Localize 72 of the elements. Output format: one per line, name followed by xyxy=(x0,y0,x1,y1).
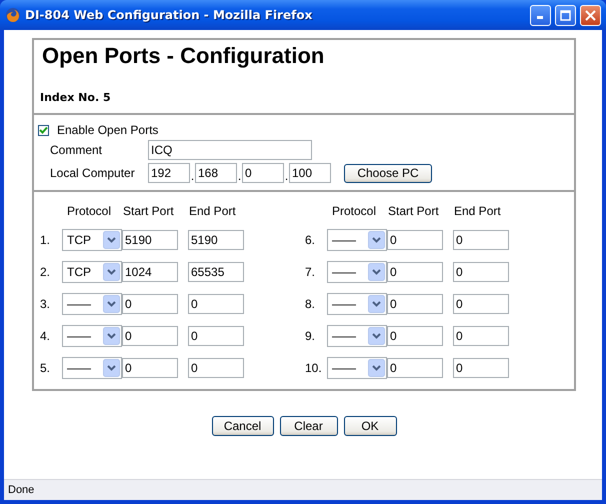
maximize-button[interactable] xyxy=(555,4,576,26)
protocol-dropdown[interactable]: TCP xyxy=(62,229,122,251)
ip-octet-field[interactable]: 0 xyxy=(242,163,284,183)
dialog-button[interactable]: Cancel xyxy=(212,416,274,436)
start-port-field[interactable]: 0 xyxy=(122,358,178,378)
ip-octet-field[interactable]: 192 xyxy=(148,163,190,183)
row-number: 9. xyxy=(305,329,316,343)
start-port-field[interactable]: 0 xyxy=(122,294,178,314)
window-title: DI-804 Web Configuration - Mozilla Firefox xyxy=(25,8,314,22)
start-port-field[interactable]: 5190 xyxy=(122,230,178,250)
ip-separator: . xyxy=(237,168,242,183)
row-number: 4. xyxy=(40,329,52,343)
start-port-field[interactable]: 0 xyxy=(387,326,443,346)
end-port-field[interactable]: 5190 xyxy=(188,230,244,250)
protocol-dropdown[interactable]: —— xyxy=(62,325,122,347)
column-header: Protocol xyxy=(331,204,378,218)
start-port-field[interactable]: 0 xyxy=(387,230,443,250)
row-number: 10. xyxy=(305,361,323,375)
firefox-icon xyxy=(5,7,21,23)
end-port-field[interactable]: 65535 xyxy=(188,262,244,282)
row-number: 6. xyxy=(305,233,316,247)
enable-label: Enable Open Ports xyxy=(57,123,158,137)
protocol-dropdown[interactable]: —— xyxy=(62,357,122,379)
protocol-dropdown[interactable]: TCP xyxy=(62,261,122,283)
end-port-field[interactable]: 0 xyxy=(453,326,509,346)
protocol-dropdown[interactable]: —— xyxy=(327,229,387,251)
comment-field[interactable]: ICQ xyxy=(148,140,312,160)
end-port-field[interactable]: 0 xyxy=(453,358,509,378)
ip-separator: . xyxy=(190,168,195,183)
start-port-field[interactable]: 0 xyxy=(387,358,443,378)
end-port-field[interactable]: 0 xyxy=(453,230,509,250)
end-port-field[interactable]: 0 xyxy=(188,358,244,378)
minimize-button[interactable] xyxy=(530,4,551,26)
row-number: 3. xyxy=(40,297,52,311)
column-header: End Port xyxy=(453,204,502,218)
enable-checkbox[interactable] xyxy=(38,124,49,136)
row-number: 5. xyxy=(40,361,52,375)
protocol-dropdown[interactable]: —— xyxy=(327,325,387,347)
end-port-field[interactable]: 0 xyxy=(188,294,244,314)
ip-separator: . xyxy=(284,168,289,183)
status-bar: Done xyxy=(4,479,602,500)
protocol-dropdown[interactable]: —— xyxy=(327,261,387,283)
end-port-field[interactable]: 0 xyxy=(453,262,509,282)
start-port-field[interactable]: 0 xyxy=(387,262,443,282)
choose-pc-button[interactable]: Choose PC xyxy=(344,164,432,182)
start-port-field[interactable]: 0 xyxy=(122,326,178,346)
row-number: 2. xyxy=(40,265,52,279)
start-port-field[interactable]: 0 xyxy=(387,294,443,314)
ip-octet-field[interactable]: 168 xyxy=(195,163,237,183)
end-port-field[interactable]: 0 xyxy=(188,326,244,346)
column-header: Start Port xyxy=(387,204,440,218)
row-number: 7. xyxy=(305,265,316,279)
page-heading: Open Ports - Configuration xyxy=(41,43,326,69)
column-header: End Port xyxy=(188,204,237,218)
row-number: 1. xyxy=(40,233,52,247)
dialog-button[interactable]: Clear xyxy=(280,416,338,436)
ip-octet-field[interactable]: 100 xyxy=(289,163,331,183)
maximize-icon xyxy=(560,10,571,20)
close-icon xyxy=(585,10,596,20)
index-label: Index No. 5 xyxy=(40,91,112,104)
comment-label: Comment xyxy=(49,143,104,157)
protocol-dropdown[interactable]: —— xyxy=(327,357,387,379)
local-computer-label: Local Computer xyxy=(49,166,136,180)
start-port-field[interactable]: 1024 xyxy=(122,262,178,282)
row-number: 8. xyxy=(305,297,316,311)
end-port-field[interactable]: 0 xyxy=(453,294,509,314)
close-button[interactable] xyxy=(580,4,601,26)
protocol-dropdown[interactable]: —— xyxy=(327,293,387,315)
column-header: Protocol xyxy=(66,204,112,218)
dialog-button[interactable]: OK xyxy=(344,416,396,436)
protocol-dropdown[interactable]: —— xyxy=(62,293,122,315)
column-header: Start Port xyxy=(122,204,175,218)
